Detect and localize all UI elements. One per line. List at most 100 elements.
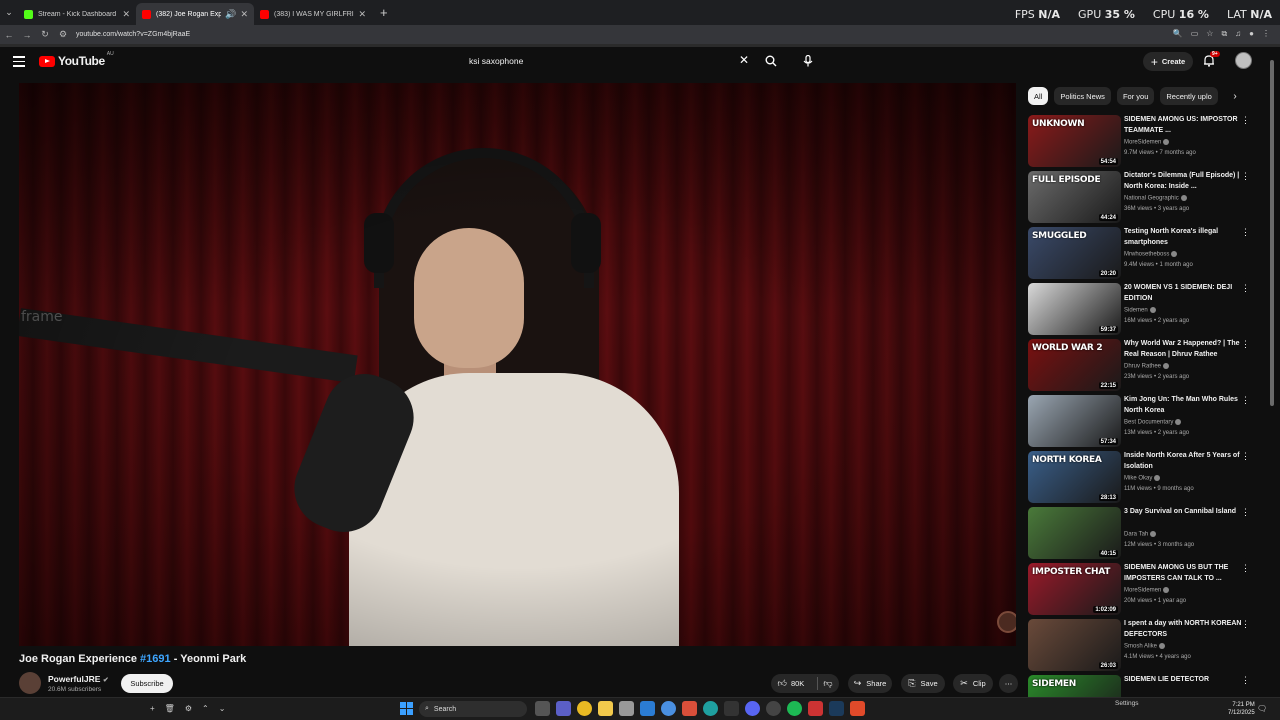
- taskbar-search[interactable]: ⌕ Search: [419, 701, 527, 717]
- channel-avatar[interactable]: [19, 672, 41, 694]
- active-app-icon[interactable]: [850, 701, 865, 716]
- recommendation-title[interactable]: Testing North Korea's illegal smartphone…: [1124, 227, 1242, 248]
- add-icon[interactable]: +: [150, 704, 155, 713]
- video-thumbnail[interactable]: 40:15: [1028, 507, 1121, 559]
- steam-icon[interactable]: [829, 701, 844, 716]
- recommendation-channel[interactable]: MoreSidemen: [1124, 139, 1170, 146]
- extensions-icon[interactable]: ⧉: [1221, 29, 1227, 39]
- edge-icon[interactable]: [703, 701, 718, 716]
- recommendation-channel[interactable]: Sidemen: [1124, 307, 1156, 314]
- recommendation-item[interactable]: WORLD WAR 2 22:15 Why World War 2 Happened…: [1028, 339, 1253, 393]
- video-thumbnail[interactable]: 26:03: [1028, 619, 1121, 671]
- url-field[interactable]: youtube.com/watch?v=ZGm4bjRaaE: [76, 31, 190, 38]
- more-vertical-icon[interactable]: ⋮: [1241, 564, 1250, 573]
- recommendation-channel[interactable]: MoreSidemen: [1124, 587, 1170, 594]
- video-player[interactable]: frame: [19, 83, 1016, 646]
- recommendation-title[interactable]: Why World War 2 Happened? | The Real Rea…: [1124, 339, 1242, 360]
- game-icon[interactable]: [808, 701, 823, 716]
- zoom-icon[interactable]: 🔍: [1173, 29, 1183, 39]
- youtube-logo[interactable]: YouTube AU: [39, 51, 114, 68]
- recommendation-item[interactable]: NORTH KOREA 28:13 Inside North Korea After…: [1028, 451, 1253, 505]
- video-thumbnail[interactable]: SMUGGLED 20:20: [1028, 227, 1121, 279]
- hashtag-link[interactable]: #1691: [140, 653, 171, 665]
- forward-icon[interactable]: →: [18, 30, 36, 40]
- recommendation-channel[interactable]: Mike Okay: [1124, 475, 1161, 482]
- recommendation-title[interactable]: 20 WOMEN VS 1 SIDEMEN: DEJI EDITION: [1124, 283, 1242, 304]
- store-icon[interactable]: [619, 701, 634, 716]
- video-thumbnail[interactable]: 59:37: [1028, 283, 1121, 335]
- filter-chip[interactable]: All: [1028, 87, 1049, 105]
- scrollbar-thumb[interactable]: [1270, 60, 1274, 406]
- recommendation-item[interactable]: SIDEMENSIDEMEN LIE DETECTORSidemen⋮: [1028, 675, 1253, 698]
- chrome-icon[interactable]: [577, 701, 592, 716]
- recommendation-channel[interactable]: Best Documentary: [1124, 419, 1182, 426]
- discord-icon[interactable]: [745, 701, 760, 716]
- profile-icon[interactable]: ●: [1249, 29, 1254, 39]
- filter-chip[interactable]: Politics News: [1054, 87, 1111, 105]
- back-icon[interactable]: ←: [0, 30, 18, 40]
- recommendation-item[interactable]: 57:34 Kim Jong Un: The Man Who Rules Nort…: [1028, 395, 1253, 449]
- chevron-up-icon[interactable]: ⌃: [202, 704, 209, 713]
- more-vertical-icon[interactable]: ⋮: [1241, 676, 1250, 685]
- more-vertical-icon[interactable]: ⋮: [1241, 452, 1250, 461]
- recommendation-title[interactable]: Inside North Korea After 5 Years of Isol…: [1124, 451, 1242, 472]
- clip-button[interactable]: ✂ Clip: [953, 674, 993, 693]
- task-view-icon[interactable]: [535, 701, 550, 716]
- search-button[interactable]: [760, 51, 782, 71]
- video-thumbnail[interactable]: NORTH KOREA 28:13: [1028, 451, 1121, 503]
- teams-icon[interactable]: [556, 701, 571, 716]
- close-icon[interactable]: ✕: [240, 9, 248, 20]
- subscribe-button[interactable]: Subscribe: [121, 674, 173, 693]
- chevron-down-icon[interactable]: ⌄: [219, 704, 226, 713]
- close-icon[interactable]: ✕: [358, 9, 366, 20]
- voice-search-button[interactable]: [797, 50, 819, 72]
- mail-icon[interactable]: [640, 701, 655, 716]
- video-thumbnail[interactable]: FULL EPISODE 44:24: [1028, 171, 1121, 223]
- taskbar-clock[interactable]: 7:21 PM 7/12/2025: [1228, 701, 1255, 717]
- recommendation-item[interactable]: FULL EPISODE 44:24 Dictator's Dilemma (Ful…: [1028, 171, 1253, 225]
- file-explorer-icon[interactable]: [598, 701, 613, 716]
- site-info-icon[interactable]: ⚙: [54, 29, 72, 40]
- chevron-right-icon[interactable]: ›: [1228, 87, 1242, 105]
- tray-settings-label[interactable]: Settings: [1115, 700, 1139, 707]
- video-thumbnail[interactable]: IMPOSTER CHAT 1:02:09: [1028, 563, 1121, 615]
- notifications-button[interactable]: 9+: [1203, 51, 1220, 68]
- recommendation-title[interactable]: 3 Day Survival on Cannibal Island: [1124, 507, 1242, 518]
- recommendation-title[interactable]: SIDEMEN LIE DETECTOR: [1124, 675, 1242, 686]
- more-vertical-icon[interactable]: ⋮: [1241, 340, 1250, 349]
- recommendation-channel[interactable]: Smosh Alike: [1124, 643, 1166, 650]
- video-thumbnail[interactable]: UNKNOWN 54:54: [1028, 115, 1121, 167]
- delete-icon[interactable]: 🗑︎: [165, 704, 175, 713]
- share-button[interactable]: ↪ Share: [848, 674, 892, 693]
- close-icon[interactable]: ✕: [122, 9, 130, 20]
- recommendation-item[interactable]: UNKNOWN 54:54 SIDEMEN AMONG US: IMPOSTOR T…: [1028, 115, 1253, 169]
- channel-name[interactable]: PowerfulJRE ✔: [48, 674, 109, 684]
- browser-menu-icon[interactable]: ⋮: [1262, 29, 1270, 39]
- windows-start-icon[interactable]: [400, 702, 413, 715]
- recommendation-channel[interactable]: Dara Tah: [1124, 531, 1157, 538]
- tab-search-chevron-icon[interactable]: ⌄: [0, 7, 18, 18]
- recommendation-item[interactable]: SMUGGLED 20:20 Testing North Korea's illeg…: [1028, 227, 1253, 281]
- like-button[interactable]: 👍︎ 80K: [778, 678, 805, 689]
- more-vertical-icon[interactable]: ⋮: [1241, 396, 1250, 405]
- notification-center-icon[interactable]: 🗨︎: [1257, 704, 1267, 713]
- video-thumbnail[interactable]: 57:34: [1028, 395, 1121, 447]
- bookmark-star-icon[interactable]: ☆: [1206, 29, 1213, 39]
- more-vertical-icon[interactable]: ⋮: [1241, 620, 1250, 629]
- account-avatar[interactable]: [1235, 52, 1252, 69]
- recommendation-channel[interactable]: Dhruv Rathee: [1124, 363, 1170, 370]
- channel-watermark-icon[interactable]: [997, 611, 1016, 633]
- app-icon[interactable]: [724, 701, 739, 716]
- reload-icon[interactable]: ↻: [36, 29, 54, 40]
- obs-icon[interactable]: [766, 701, 781, 716]
- recommendation-channel[interactable]: Mrwhosetheboss: [1124, 251, 1178, 258]
- more-vertical-icon[interactable]: ⋮: [1241, 116, 1250, 125]
- cast-icon[interactable]: ▭: [1191, 29, 1199, 39]
- dislike-button[interactable]: 👎︎: [823, 678, 832, 689]
- recommendation-title[interactable]: SIDEMEN AMONG US BUT THE IMPOSTERS CAN T…: [1124, 563, 1242, 584]
- spotify-icon[interactable]: [787, 701, 802, 716]
- gear-icon[interactable]: ⚙: [185, 704, 192, 713]
- media-icon[interactable]: ♫: [1235, 29, 1241, 39]
- menu-icon[interactable]: [13, 56, 25, 67]
- more-vertical-icon[interactable]: ⋮: [1241, 228, 1250, 237]
